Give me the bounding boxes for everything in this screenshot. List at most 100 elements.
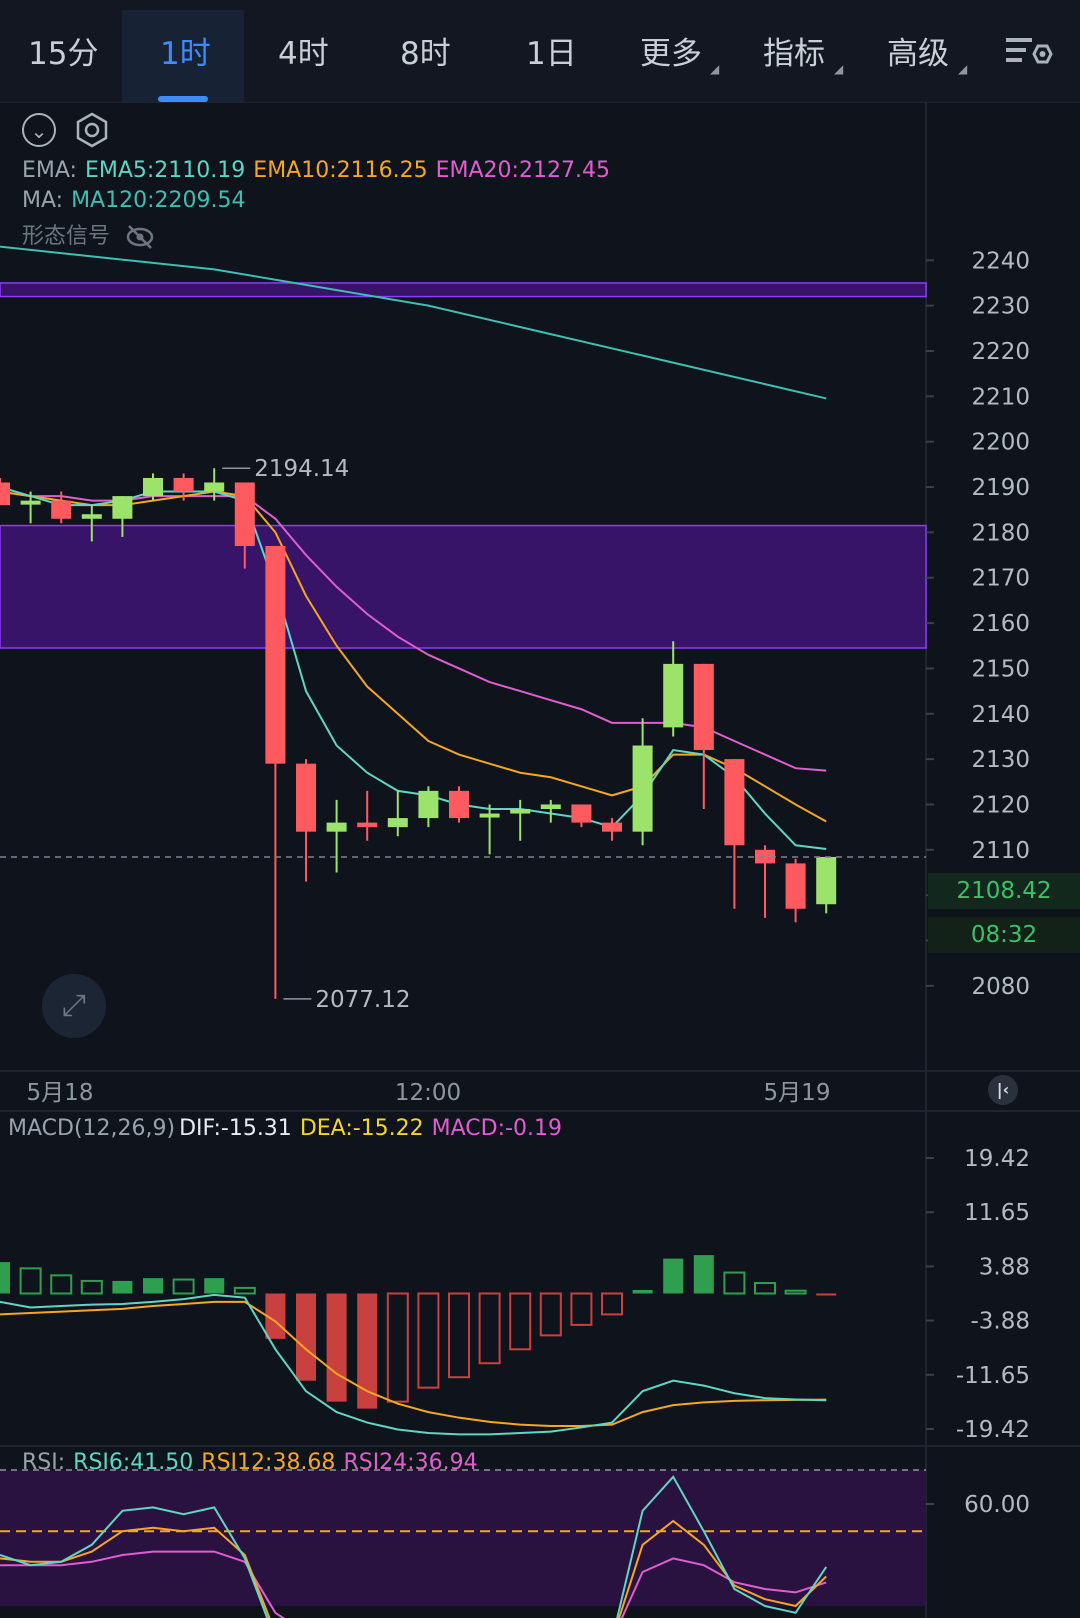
expand-icon[interactable]: ⤢ — [42, 974, 106, 1038]
candle-body — [112, 496, 133, 519]
macd-axis-label: 11.65 — [964, 1200, 1030, 1226]
price-axis-label: 2150 — [971, 656, 1030, 682]
candlestick — [0, 477, 10, 506]
macd-axis-label: -3.88 — [970, 1309, 1030, 1335]
candlestick — [755, 845, 775, 918]
back-to-latest-icon[interactable]: |‹ — [988, 1075, 1018, 1105]
macd-histogram-bar — [296, 1293, 316, 1381]
candlestick — [326, 799, 347, 873]
macd-axis-label: 19.42 — [964, 1146, 1030, 1172]
macd-histogram-bar — [723, 1271, 746, 1295]
candle-body — [20, 500, 41, 505]
macd-histogram-bar — [19, 1267, 42, 1295]
candlestick — [296, 759, 316, 882]
macd-histogram-bar — [326, 1293, 347, 1402]
candlestick — [510, 799, 531, 841]
candle-body — [602, 822, 622, 832]
candlestick — [449, 786, 469, 823]
candle-body — [510, 809, 531, 814]
candle-body — [663, 663, 684, 728]
candle-body — [204, 482, 225, 492]
price-axis-label: 2170 — [971, 566, 1030, 592]
candle-body — [724, 759, 745, 846]
candle-body — [234, 482, 255, 546]
candle-body — [449, 790, 469, 819]
candlestick — [418, 786, 439, 828]
last-price-tag: 2108.42 — [928, 873, 1080, 909]
time-axis-label: 5月19 — [764, 1080, 831, 1106]
rsi-band — [0, 1470, 926, 1606]
price-axis-label: 2140 — [971, 702, 1030, 728]
macd-histogram-bar — [601, 1292, 623, 1316]
macd-axis-label: -11.65 — [956, 1363, 1030, 1389]
time-axis-label: 12:00 — [395, 1080, 461, 1106]
candlestick — [602, 818, 622, 841]
macd-histogram-bar — [570, 1292, 593, 1326]
macd-histogram-bar — [417, 1292, 440, 1389]
macd-histogram-bar — [816, 1293, 837, 1296]
macd-histogram-bar — [233, 1286, 256, 1295]
low-price-label: 2077.12 — [315, 987, 410, 1013]
high-price-label: 2194.14 — [254, 456, 349, 482]
macd-dif-line — [0, 1293, 827, 1436]
candlestick — [265, 545, 286, 999]
candle-body — [571, 804, 592, 823]
price-axis-label: 2230 — [971, 294, 1030, 320]
candle-body — [326, 822, 347, 832]
macd-histogram-bar — [663, 1258, 684, 1294]
candle-body — [387, 818, 408, 828]
supply-zone — [0, 282, 927, 298]
candle-body — [540, 804, 561, 809]
candle-body — [81, 514, 102, 519]
candlestick — [540, 799, 561, 823]
ma120-line — [0, 245, 827, 400]
rsi-axis-label: 60.00 — [964, 1492, 1030, 1518]
macd-histogram-bar — [143, 1278, 163, 1294]
price-axis-label: 2240 — [971, 248, 1030, 274]
price-axis-label: 2120 — [971, 792, 1030, 818]
candlestick — [387, 790, 408, 837]
candlestick — [693, 663, 714, 809]
candle-body — [418, 790, 439, 819]
price-axis-label: 2200 — [971, 430, 1030, 456]
price-axis-label: 2130 — [971, 747, 1030, 773]
supply-zone — [0, 524, 927, 649]
candle-body — [632, 745, 653, 832]
candlestick — [663, 641, 684, 737]
price-axis-label: 2080 — [971, 974, 1030, 1000]
candle-body — [143, 477, 163, 497]
macd-histogram-bar — [386, 1292, 409, 1403]
candlestick — [816, 856, 837, 914]
chart-canvas[interactable]: 2240 2230 2220 2210 2200 2190 2180 2170 2160 2150… — [0, 0, 1080, 1618]
macd-histogram-bar — [112, 1280, 133, 1294]
macd-histogram-bar — [632, 1290, 653, 1294]
time-axis-label: 5月18 — [27, 1080, 94, 1106]
candle-body — [296, 763, 316, 832]
price-axis-label: 2110 — [971, 838, 1030, 864]
candle-body — [693, 663, 714, 751]
price-axis-label: 2190 — [971, 475, 1030, 501]
price-axis-label: 2210 — [971, 384, 1030, 410]
macd-histogram-bar — [539, 1292, 562, 1337]
macd-histogram-bar — [204, 1278, 225, 1294]
candlestick — [571, 804, 592, 828]
macd-histogram-bar — [80, 1279, 103, 1295]
macd-histogram-bar — [478, 1292, 501, 1365]
price-axis-label: 2160 — [971, 611, 1030, 637]
candle-body — [816, 856, 837, 905]
macd-histogram-bar — [448, 1292, 470, 1379]
candle-countdown: 08:32 — [928, 917, 1080, 953]
macd-histogram-bar — [509, 1292, 532, 1351]
macd-histogram-bar — [693, 1255, 714, 1294]
macd-histogram-bar — [172, 1278, 195, 1295]
macd-histogram-bar — [0, 1262, 10, 1294]
price-axis-label: 2220 — [971, 339, 1030, 365]
candlestick — [479, 804, 500, 855]
macd-dea-line — [0, 1300, 827, 1428]
candle-body — [51, 500, 72, 519]
macd-histogram-bar — [754, 1282, 776, 1295]
candlestick — [357, 790, 378, 841]
candle-body — [173, 477, 194, 492]
candle-body — [265, 545, 286, 764]
candlestick — [632, 718, 653, 846]
